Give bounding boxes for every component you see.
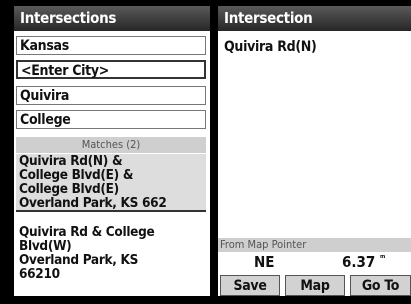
match-result-1[interactable]: Quivira Rd(N) & College Blvd(E) & Colleg… xyxy=(16,154,206,212)
intersection-name: Quivira Rd(N) xyxy=(224,39,317,55)
match-1-line-4: Overland Park, KS 662 xyxy=(19,195,167,211)
go-to-button[interactable]: Go To xyxy=(350,275,411,296)
distance-unit-icon: ᵐ xyxy=(380,254,386,264)
match-2-line-2: Blvd(W) xyxy=(19,238,72,254)
bearing-distance-row: NE 6.37 ᵐ xyxy=(218,252,411,272)
match-2-line-1: Quivira Rd & College xyxy=(19,224,155,240)
direction-value: NE xyxy=(254,253,275,271)
street1-field[interactable]: Quivira xyxy=(16,86,206,105)
intersection-detail-panel: Intersection Quivira Rd(N) From Map Poin… xyxy=(218,6,411,296)
street2-field[interactable]: College xyxy=(16,110,206,129)
match-1-line-3: College Blvd(E) xyxy=(19,181,119,197)
intersections-title: Intersections xyxy=(14,6,210,31)
match-1-line-1: Quivira Rd(N) & xyxy=(19,153,123,169)
save-button[interactable]: Save xyxy=(220,275,280,296)
from-map-pointer-label: From Map Pointer xyxy=(218,238,411,252)
match-2-line-4: 66210 xyxy=(19,266,60,282)
map-button[interactable]: Map xyxy=(285,275,345,296)
match-result-2[interactable]: Quivira Rd & College Blvd(W) Overland Pa… xyxy=(16,225,206,281)
match-1-line-2: College Blvd(E) & xyxy=(19,167,134,183)
distance-value: 6.37 xyxy=(342,253,376,271)
intersection-title: Intersection xyxy=(218,6,411,31)
intersections-panel: Intersections Kansas <Enter City> Quivir… xyxy=(14,6,210,296)
matches-header: Matches (2) xyxy=(16,137,206,153)
city-field[interactable]: <Enter City> xyxy=(16,60,206,79)
match-2-line-3: Overland Park, KS xyxy=(19,252,139,268)
state-field[interactable]: Kansas xyxy=(16,36,206,55)
